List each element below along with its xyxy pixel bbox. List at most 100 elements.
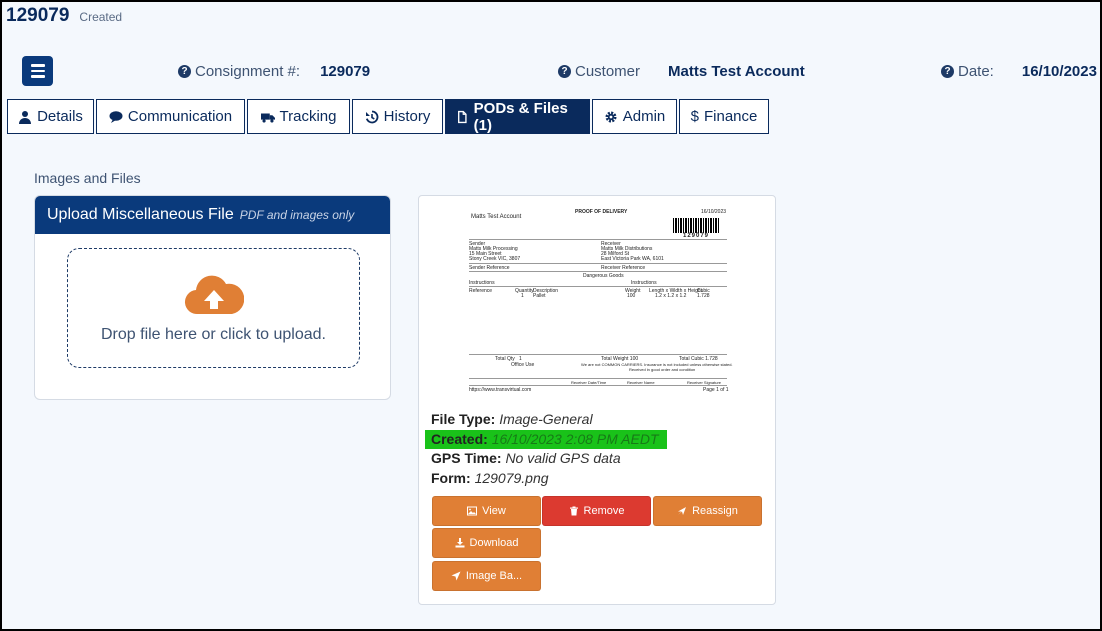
divider [469,286,727,287]
tab-communication[interactable]: Communication [96,99,245,134]
pod-col: Quantity [515,288,534,294]
pod-received-note: Received in good order and condition [629,367,696,372]
comment-icon [109,110,123,123]
barcode-icon [673,218,719,233]
plane-icon [678,507,687,515]
consignment-meta: ? Consignment #: 129079 [178,63,370,80]
file-drop-zone[interactable]: Drop file here or click to upload. [67,248,360,368]
download-button[interactable]: Download [432,528,541,558]
tab-finance[interactable]: $ Finance [679,99,769,134]
trash-icon [569,506,578,516]
tab-label: History [383,108,431,125]
consignment-label: Consignment #: [195,63,301,80]
tab-tracking[interactable]: Tracking [247,99,350,134]
tab-label: Admin [622,108,666,125]
reassign-label: Reassign [692,505,738,517]
consignment-value: 129079 [320,63,371,80]
divider [469,239,727,240]
image-ba-label: Image Ba... [465,570,523,582]
image-icon [467,506,478,516]
pod-receiver-line: East Victoria Park WA, 6101 [601,256,664,262]
status-text: Created [79,10,123,24]
menu-bar [30,75,45,78]
created-label: Created: [431,430,488,447]
tab-admin[interactable]: Admin [592,99,677,134]
remove-label: Remove [583,505,625,517]
pod-cell: 1.728 [697,293,710,299]
file-card: PROOF OF DELIVERY 16/10/2023 Matts Test … [418,195,776,605]
upload-card: Upload Miscellaneous File PDF and images… [34,195,391,400]
download-icon [455,538,465,548]
help-icon: ? [178,65,191,78]
pod-cell: 100 [627,293,636,299]
pod-sender-line: Stony Creek VIC, 3807 [469,256,521,262]
customer-label: Customer [575,63,641,80]
divider [469,378,727,379]
tab-bar: Details Communication Tracking History P… [7,99,769,134]
divider [469,354,727,355]
view-label: View [482,505,506,517]
tab-label: Details [37,108,83,125]
customer-meta: ? Customer Matts Test Account [558,63,805,80]
pod-preview-image[interactable]: PROOF OF DELIVERY 16/10/2023 Matts Test … [465,206,733,396]
gps-value: No valid GPS data [505,450,621,466]
created-value: 16/10/2023 2:08 PM AEDT [491,430,659,447]
file-info: File Type: Image-General Created: 16/10/… [425,410,667,489]
history-icon [365,110,379,123]
page-title: 129079 Created [6,5,122,27]
section-title: Images and Files [34,170,141,186]
user-icon [19,110,32,124]
file-icon [458,110,467,123]
tab-history[interactable]: History [352,99,443,134]
reassign-button[interactable]: Reassign [653,496,762,526]
gear-icon [605,111,617,122]
tab-pods-files[interactable]: PODs & Files (1) [445,99,590,134]
created-row: Created: 16/10/2023 2:08 PM AEDT [425,429,667,449]
upload-header: Upload Miscellaneous File PDF and images… [35,196,390,234]
divider [469,385,727,386]
menu-bar [30,69,45,73]
pod-office-use: Office Use [511,362,535,368]
pod-account: Matts Test Account [471,214,522,220]
form-label: Form: [431,469,471,486]
tab-details[interactable]: Details [7,99,94,134]
menu-bar [30,64,45,67]
upload-subtitle: PDF and images only [239,208,355,222]
gps-label: GPS Time: [431,450,502,466]
tab-label: PODs & Files (1) [473,99,568,134]
divider [469,271,727,272]
date-label: Date: [958,63,994,80]
image-ba-button[interactable]: Image Ba... [432,561,541,591]
drop-zone-text: Drop file here or click to upload. [101,326,326,343]
pod-dangerous-goods: Dangerous Goods [583,273,624,279]
pod-cell: Pallet [533,293,546,299]
download-label: Download [469,537,519,549]
truck-icon [260,113,275,123]
dollar-icon: $ [690,108,699,125]
pod-cell: 1 [521,293,524,299]
view-button[interactable]: View [432,496,541,526]
tab-label: Finance [703,108,758,125]
hamburger-menu-button[interactable] [22,56,53,86]
pod-page: Page 1 of 1 [703,387,729,393]
customer-value: Matts Test Account [668,63,805,80]
tab-label: Tracking [279,108,337,125]
pod-heading: PROOF OF DELIVERY [575,209,628,215]
pod-url: https://www.transvirtual.com [469,387,532,393]
remove-button[interactable]: Remove [542,496,651,526]
help-icon: ? [558,65,571,78]
pod-col: Reference [469,288,493,294]
pod-cell: 1.2 x 1.2 x 1.2 [655,293,687,299]
consignment-number-title: 129079 [6,5,70,26]
help-icon: ? [941,65,954,78]
upload-title: Upload Miscellaneous File [47,206,234,223]
location-arrow-icon [451,571,461,581]
date-meta: ? Date: 16/10/2023 [941,63,1097,80]
form-value: 129079.png [474,469,549,486]
form-row: Form: 129079.png [431,469,667,489]
tab-label: Communication [127,108,233,125]
file-type-value: Image-General [499,411,593,427]
divider [469,263,727,264]
file-type-label: File Type: [431,411,496,427]
gps-row: GPS Time: No valid GPS data [431,449,667,469]
